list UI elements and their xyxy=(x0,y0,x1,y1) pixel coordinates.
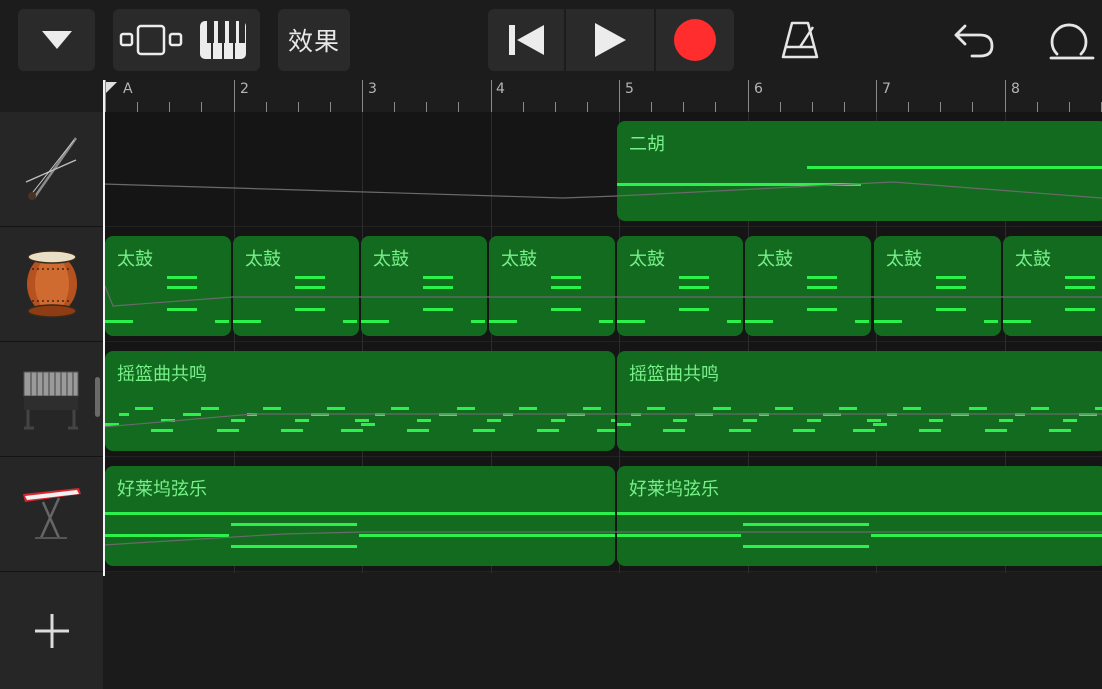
fx-button[interactable]: 效果 xyxy=(278,9,350,71)
beat-tick xyxy=(265,102,267,112)
toolbar: 效果 xyxy=(0,0,1102,80)
erhu-icon xyxy=(25,137,77,200)
beat-tick xyxy=(137,102,139,112)
beat-tick xyxy=(586,102,588,112)
taiko-drum-icon xyxy=(26,250,77,318)
undo-button[interactable] xyxy=(948,9,1000,71)
bar-label: 2 xyxy=(240,81,249,97)
beat-tick xyxy=(426,102,428,112)
keyboard-icon xyxy=(22,488,81,539)
beat-tick xyxy=(715,102,717,112)
play-button[interactable] xyxy=(566,9,654,71)
skip-back-icon xyxy=(509,25,544,55)
ruler-corner xyxy=(0,80,103,112)
beat-tick xyxy=(458,102,460,112)
beat-tick xyxy=(201,102,203,112)
beat-tick xyxy=(1068,102,1070,112)
beat-tick xyxy=(394,102,396,112)
triangle-down-icon xyxy=(41,31,72,49)
loop-settings-button[interactable] xyxy=(1040,9,1098,71)
bar-tick xyxy=(362,80,363,112)
beat-tick xyxy=(908,102,910,112)
beat-tick xyxy=(972,102,974,112)
record-button[interactable] xyxy=(656,9,734,71)
timeline-ruler[interactable]: A 2 3 4 5 6 7 8 xyxy=(103,80,1102,112)
bar-label: 6 xyxy=(754,81,763,97)
beat-tick xyxy=(940,102,942,112)
beat-tick xyxy=(169,102,171,112)
vibraphone-icon xyxy=(23,371,78,430)
beat-tick xyxy=(779,102,781,112)
piano-keyboard-icon xyxy=(199,21,246,59)
beat-tick xyxy=(329,102,331,112)
undo-icon xyxy=(954,24,994,58)
track-header-vibraphone[interactable] xyxy=(0,342,103,457)
track-resize-handle[interactable] xyxy=(95,377,100,417)
view-toggle-icon xyxy=(119,24,182,56)
play-icon xyxy=(595,23,626,57)
bar-tick xyxy=(490,80,492,112)
beat-tick xyxy=(1036,102,1038,112)
bar-tick xyxy=(619,80,620,112)
metronome-icon xyxy=(781,21,819,59)
bar-label: 8 xyxy=(1011,81,1020,97)
beat-tick xyxy=(522,102,524,112)
go-to-start-button[interactable] xyxy=(488,9,564,71)
track-headers xyxy=(0,112,103,689)
track-header-keyboard[interactable] xyxy=(0,457,103,572)
beat-tick xyxy=(297,102,299,112)
beat-tick xyxy=(554,102,556,112)
playhead[interactable] xyxy=(103,80,105,576)
tracks-menu-button[interactable] xyxy=(18,9,95,71)
beat-tick xyxy=(683,102,685,112)
instrument-view-button[interactable] xyxy=(187,9,259,71)
bar-label: 5 xyxy=(625,81,634,97)
bar-label: 4 xyxy=(496,81,505,97)
plus-icon xyxy=(34,614,69,648)
beat-tick xyxy=(843,102,845,112)
bar-tick xyxy=(233,80,235,112)
automation-line-strings xyxy=(103,531,1102,546)
bar-tick xyxy=(1004,80,1006,112)
timeline: 二胡 太鼓 太鼓 太鼓 太鼓 太鼓 太鼓 太鼓 太鼓 摇篮曲共鸣 摇篮曲共鸣 好… xyxy=(103,112,1102,689)
bar-label: 7 xyxy=(882,81,891,97)
bar-tick xyxy=(105,80,106,112)
bar-tick xyxy=(876,80,877,112)
bar-label: 3 xyxy=(368,81,377,97)
loop-settings-icon xyxy=(1049,23,1095,60)
track-header-taiko[interactable] xyxy=(0,227,103,342)
bar-tick xyxy=(747,80,749,112)
empty-timeline-area[interactable] xyxy=(103,573,1102,689)
beat-tick xyxy=(651,102,653,112)
metronome-button[interactable] xyxy=(772,9,828,71)
beat-tick xyxy=(811,102,813,112)
record-icon xyxy=(674,19,716,61)
track-header-erhu[interactable] xyxy=(0,112,103,227)
bar-label: A xyxy=(123,81,133,97)
fx-label: 效果 xyxy=(287,27,340,56)
tracks-view-button[interactable] xyxy=(115,9,187,71)
view-switch-group xyxy=(113,9,260,71)
add-track-button[interactable] xyxy=(0,573,103,689)
transport-group xyxy=(488,9,734,71)
